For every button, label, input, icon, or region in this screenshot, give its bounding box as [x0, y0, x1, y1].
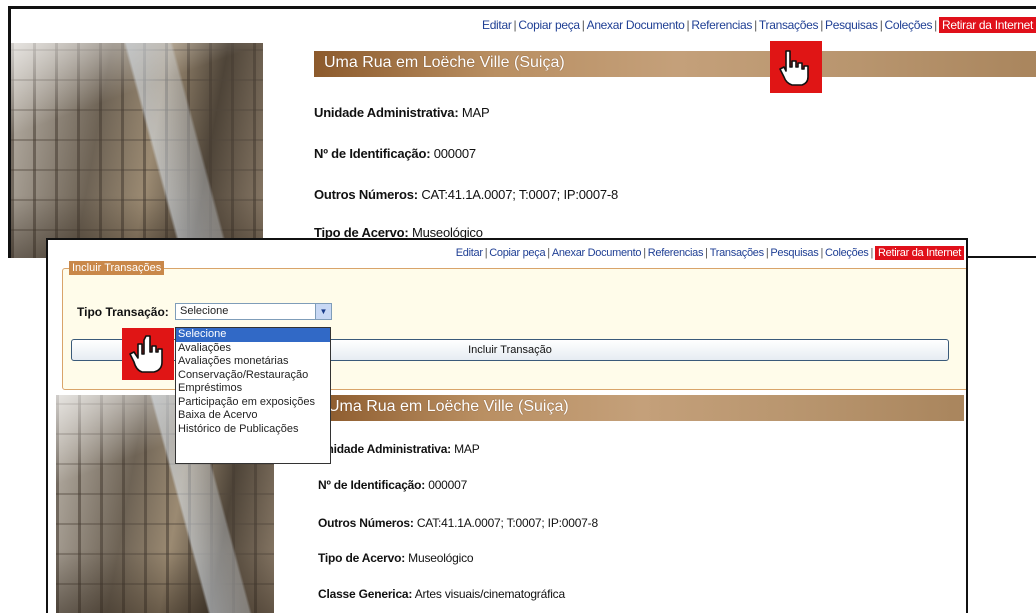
field-identificacao: Nº de Identificação: 000007: [318, 478, 468, 492]
nav-link-transacoes[interactable]: Transações: [710, 247, 764, 259]
record-title-bar: Uma Rua em Loëche Ville (Suiça): [318, 395, 964, 421]
nav-link-colecoes[interactable]: Coleções: [885, 18, 933, 32]
nav-link-referencias[interactable]: Referencias: [691, 18, 752, 32]
screenshot-panel-top: Editar | Copiar peça | Anexar Documento | Refe…: [8, 6, 1036, 258]
hand-pointer-icon: [122, 328, 174, 380]
artwork-image: [11, 43, 263, 258]
field-tipo-acervo: Tipo de Acervo: Museológico: [318, 551, 474, 565]
option-baixa-acervo[interactable]: Baixa de Acervo: [176, 409, 330, 423]
action-nav: Editar | Copiar peça | Anexar Documento | Refe…: [482, 17, 1036, 33]
nav-link-pesquisas[interactable]: Pesquisas: [825, 18, 878, 32]
record-title-bar: Uma Rua em Loëche Ville (Suiça): [314, 51, 1036, 77]
nav-link-editar[interactable]: Editar: [456, 247, 483, 259]
record-title: Uma Rua em Loëche Ville (Suiça): [328, 398, 569, 415]
option-historico-publicacoes[interactable]: Histórico de Publicações: [176, 423, 330, 437]
field-identificacao: Nº de Identificação: 000007: [314, 146, 476, 161]
option-emprestimos[interactable]: Empréstimos: [176, 382, 330, 396]
option-avaliacoes-monetarias[interactable]: Avaliações monetárias: [176, 355, 330, 369]
nav-link-referencias[interactable]: Referencias: [648, 247, 704, 259]
select-value: Selecione: [180, 305, 229, 317]
hand-pointer-icon: [770, 41, 822, 93]
field-unidade: Unidade Administrativa: MAP: [314, 105, 490, 120]
tipo-transacao-label: Tipo Transação:: [77, 305, 169, 319]
chevron-down-icon[interactable]: ▼: [315, 304, 331, 319]
nav-link-anexar-documento[interactable]: Anexar Documento: [552, 247, 642, 259]
nav-link-anexar-documento[interactable]: Anexar Documento: [587, 18, 685, 32]
field-unidade: Unidade Administrativa: MAP: [318, 442, 480, 456]
nav-link-retirar-internet[interactable]: Retirar da Internet: [938, 17, 1036, 33]
option-conservacao-restauracao[interactable]: Conservação/Restauração: [176, 369, 330, 383]
option-selecione[interactable]: Selecione: [176, 328, 330, 342]
nav-link-retirar-internet[interactable]: Retirar da Internet: [875, 246, 964, 260]
nav-link-pesquisas[interactable]: Pesquisas: [770, 247, 818, 259]
screenshot-panel-bottom: Editar | Copiar peça | Anexar Documento | Refe…: [46, 238, 968, 613]
record-title: Uma Rua em Loëche Ville (Suiça): [324, 54, 565, 71]
option-participacao-exposicoes[interactable]: Participação em exposições: [176, 396, 330, 410]
nav-link-copiar-peca[interactable]: Copiar peça: [518, 18, 580, 32]
fieldset-legend: Incluir Transações: [69, 261, 165, 275]
nav-link-colecoes[interactable]: Coleções: [825, 247, 869, 259]
tipo-transacao-select[interactable]: Selecione ▼: [175, 303, 332, 320]
action-nav-2: Editar | Copiar peça | Anexar Documento | Refe…: [456, 246, 964, 260]
field-classe-generica: Classe Generica: Artes visuais/cinematog…: [318, 587, 565, 601]
field-outros-numeros: Outros Números: CAT:41.1A.0007; T:0007; …: [314, 187, 619, 202]
nav-link-editar[interactable]: Editar: [482, 18, 512, 32]
field-outros-numeros: Outros Números: CAT:41.1A.0007; T:0007; …: [318, 516, 598, 530]
tipo-transacao-dropdown: Selecione Avaliações Avaliações monetári…: [175, 327, 331, 464]
nav-link-copiar-peca[interactable]: Copiar peça: [489, 247, 545, 259]
divider-line: [968, 256, 1036, 258]
nav-link-transacoes[interactable]: Transações: [759, 18, 819, 32]
option-avaliacoes[interactable]: Avaliações: [176, 342, 330, 356]
